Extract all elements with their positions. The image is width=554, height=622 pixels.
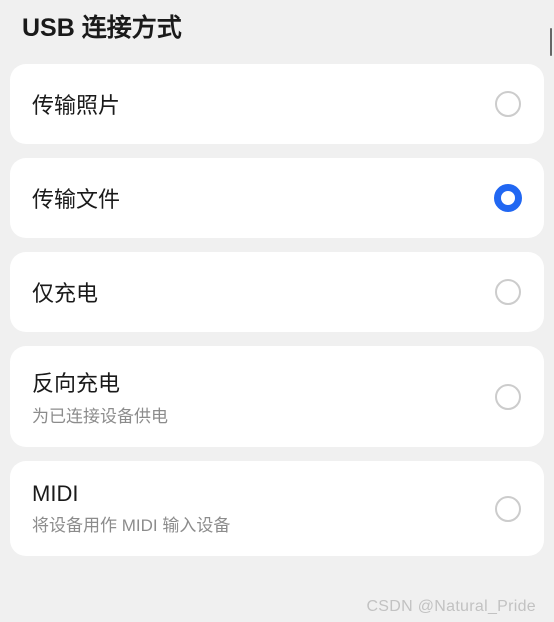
option-reverse-charge[interactable]: 反向充电 为已连接设备供电: [10, 346, 544, 447]
header: USB 连接方式: [0, 0, 554, 64]
radio-icon: [494, 184, 522, 212]
radio-icon: [494, 495, 522, 523]
option-charge-only[interactable]: 仅充电: [10, 252, 544, 332]
option-text: 传输照片: [32, 88, 120, 120]
option-transfer-files[interactable]: 传输文件: [10, 158, 544, 238]
option-label: 传输文件: [32, 182, 120, 214]
watermark: CSDN @Natural_Pride: [366, 598, 536, 616]
option-text: MIDI 将设备用作 MIDI 输入设备: [32, 481, 230, 536]
option-text: 仅充电: [32, 276, 98, 308]
edge-decoration: [550, 28, 552, 56]
radio-unselected-icon: [495, 384, 521, 410]
radio-icon: [494, 90, 522, 118]
radio-unselected-icon: [495, 91, 521, 117]
option-text: 反向充电 为已连接设备供电: [32, 366, 168, 427]
page-title: USB 连接方式: [22, 8, 532, 44]
option-subtitle: 为已连接设备供电: [32, 402, 168, 427]
radio-icon: [494, 278, 522, 306]
option-label: MIDI: [32, 481, 230, 507]
usb-options-list: 传输照片 传输文件 仅充电 反向充电 为已连接设备供电 MIDI: [0, 64, 554, 556]
option-text: 传输文件: [32, 182, 120, 214]
radio-unselected-icon: [495, 279, 521, 305]
option-transfer-photos[interactable]: 传输照片: [10, 64, 544, 144]
radio-selected-icon: [494, 184, 522, 212]
option-label: 反向充电: [32, 366, 168, 398]
radio-unselected-icon: [495, 496, 521, 522]
option-label: 传输照片: [32, 88, 120, 120]
option-subtitle: 将设备用作 MIDI 输入设备: [32, 511, 230, 536]
option-midi[interactable]: MIDI 将设备用作 MIDI 输入设备: [10, 461, 544, 556]
radio-icon: [494, 383, 522, 411]
option-label: 仅充电: [32, 276, 98, 308]
